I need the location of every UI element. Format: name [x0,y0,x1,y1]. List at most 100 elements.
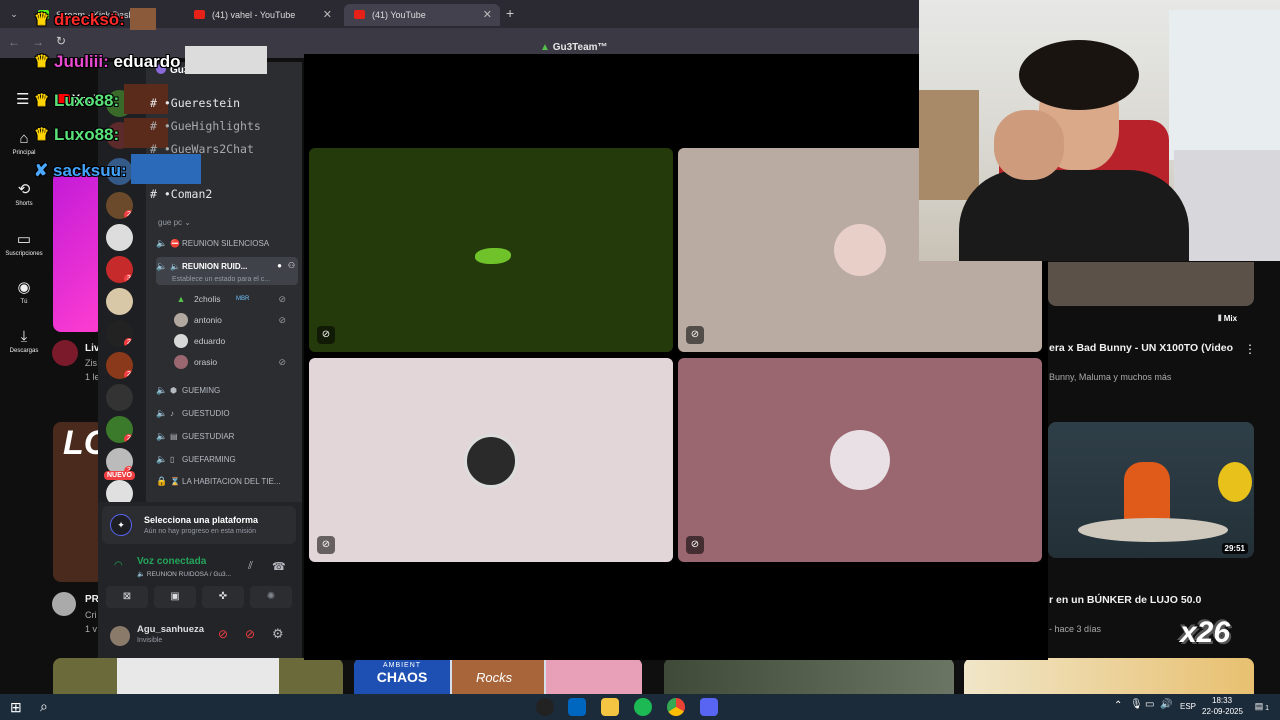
server-icon[interactable] [106,384,133,411]
youtube-favicon-icon [354,10,365,19]
text-channel[interactable]: # •Guerestein [150,96,240,110]
text-channel[interactable]: # •GueHighlights [150,119,261,133]
language-indicator[interactable]: ESP [1180,702,1196,711]
download-icon: ⤓ [20,328,28,345]
voice-channel-path: REUNION RUIDOSA / Gu3... [146,571,232,578]
clock-time[interactable]: 18:33 [1212,696,1232,705]
clock-date[interactable]: 22-09-2025 [1202,707,1243,716]
voice-channel-locked[interactable]: 🔒 ⌛ LA HABITACION DEL TIE... [156,472,298,490]
server-icon[interactable]: 2 [106,320,133,347]
ambient-chaos-panel: AMBIENT CHAOS [354,658,450,694]
server-icon[interactable]: 2 [106,416,133,443]
server-icon[interactable]: 3 [106,256,133,283]
obs-icon[interactable] [536,698,554,716]
video-thumbnail[interactable] [53,172,103,332]
server-icon[interactable]: 2 [106,352,133,379]
new-tab-button[interactable]: + [506,5,514,21]
search-icon[interactable]: ⌕ [40,698,48,715]
mix-badge: ⦀ Mix [1218,314,1237,324]
more-options-icon[interactable]: ⋮ [1244,342,1256,356]
voice-member[interactable]: orasio ⊘ [174,353,294,371]
microphone-icon[interactable]: 🎙 [1130,699,1143,710]
voice-channel[interactable]: 🔈 ▤ GUESTUDIAR [156,427,298,445]
mission-card[interactable]: ✦ Selecciona una plataforma Aún no hay p… [102,506,296,544]
file-explorer-icon[interactable] [601,698,619,716]
webcam-person-hair [1019,40,1139,110]
network-icon[interactable]: ▭ [1145,699,1154,710]
camera-off-button[interactable]: ⊠ [106,586,148,608]
add-member-icon[interactable]: ⚇ [288,257,295,275]
participant-tile[interactable]: ⊘ [678,358,1042,562]
server-icon[interactable]: 2 [106,192,133,219]
text-channel[interactable]: # •Coman2 [150,187,212,201]
voice-channel[interactable]: 🔈 ⛔ REUNION SILENCIOSA [156,234,298,252]
video-thumbnail[interactable]: 29:51 [1048,422,1254,558]
deafen-icon[interactable]: ⊘ [245,627,255,641]
webcam-person-hand [994,110,1064,180]
mute-mic-icon[interactable]: ⊘ [218,627,228,641]
server-icon[interactable] [106,288,133,315]
chrome-icon[interactable] [667,698,685,716]
video-title[interactable]: era x Bad Bunny - UN X100TO (Video [1049,342,1233,354]
notification-icon[interactable]: ▤ 1 [1252,699,1269,713]
close-tab-icon[interactable]: ✕ [483,4,492,26]
video-thumbnail[interactable]: AMBIENT CHAOS Rocks [354,658,642,694]
tab-list-icon[interactable]: ⌄ [6,6,22,22]
back-icon[interactable]: ← [8,35,20,49]
nav-downloads[interactable]: ⤓ Descargas [0,328,48,354]
nav-you[interactable]: ◉ Tú [0,278,48,305]
tab-youtube-vahel[interactable]: (41) vahel - YouTube ✕ [184,4,340,26]
hidden-icons-chevron-icon[interactable]: ⌃ [1114,700,1122,711]
video-title[interactable]: r en un BÚNKER de LUJO 50.0 [1049,594,1201,606]
signal-icon[interactable]: ◠ [114,560,123,571]
category-header[interactable]: gue pc ⌄ [158,218,191,227]
nav-shorts[interactable]: ⟲ Shorts [0,180,48,207]
chat-username: drecksö: [53,10,125,29]
disconnect-icon[interactable]: ☎ [272,560,286,573]
voice-channel[interactable]: 🔈 ♪ GUESTUDIO [156,404,298,422]
status-hint[interactable]: Establece un estado para el c... [172,271,270,285]
store-icon[interactable] [568,698,586,716]
chat-line: ♛ Luxo88: [34,118,168,148]
voice-connected-channel[interactable]: 🔈 REUNION RUIDOSA / Gu3... [137,570,231,578]
participant-tile[interactable]: ⊘ [309,148,673,352]
channel-avatar[interactable] [52,592,76,616]
screen-share-button[interactable]: ▣ [154,586,196,608]
soundboard-button[interactable]: ✺ [250,586,292,608]
user-info[interactable]: Agu_sanhueza Invisible [106,622,216,650]
video-thumbnail[interactable] [664,658,954,694]
tab-youtube-active[interactable]: (41) YouTube ✕ [344,4,500,26]
video-thumbnail[interactable] [1048,262,1254,306]
spotify-icon[interactable] [634,698,652,716]
participant-tile[interactable]: ⊘ [309,358,673,562]
start-icon[interactable]: ⊞ [10,699,22,716]
video-thumbnail[interactable] [964,658,1254,694]
menu-icon[interactable]: ☰ [16,90,29,108]
mix-label: Mix [1223,314,1238,323]
chat-bubble-icon[interactable]: ● [277,257,282,275]
discord-icon[interactable] [700,698,718,716]
channel-label: GUESTUDIAR [182,432,235,441]
voice-member[interactable]: eduardo [174,332,294,350]
video-thumbnail[interactable]: LO [53,422,103,582]
voice-channel-active[interactable]: 🔈 🔈 REUNION RUID... ● ⚇ Establece un estad… [156,257,298,285]
channel-avatar[interactable] [52,340,78,366]
volume-icon[interactable]: 🔊 [1160,699,1172,710]
nav-subscriptions[interactable]: ▭ Suscripciones [0,230,48,257]
video-title[interactable]: PR [85,594,99,605]
nav-label: Shorts [15,201,33,207]
settings-gear-icon[interactable]: ⚙ [272,626,284,642]
text-channel[interactable]: # •GueWars2Chat [150,142,254,156]
server-icon[interactable] [106,224,133,251]
chat-emote [129,8,156,30]
voice-member[interactable]: ▲ 2cholis MBR ⊘ [174,290,294,308]
activities-button[interactable]: ✜ [202,586,244,608]
voice-channel[interactable]: 🔈 ⬢ GUEMING [156,381,298,399]
video-thumbnail[interactable] [53,658,343,694]
voice-connected-label[interactable]: Voz conectada [137,556,206,567]
close-tab-icon[interactable]: ✕ [323,4,332,26]
voice-channel[interactable]: 🔈 ▯ GUEFARMING [156,450,298,468]
voice-member[interactable]: antonio ⊘ [174,311,294,329]
noise-suppression-icon[interactable]: ⫽ [248,560,253,573]
member-name: orasio [194,357,218,367]
